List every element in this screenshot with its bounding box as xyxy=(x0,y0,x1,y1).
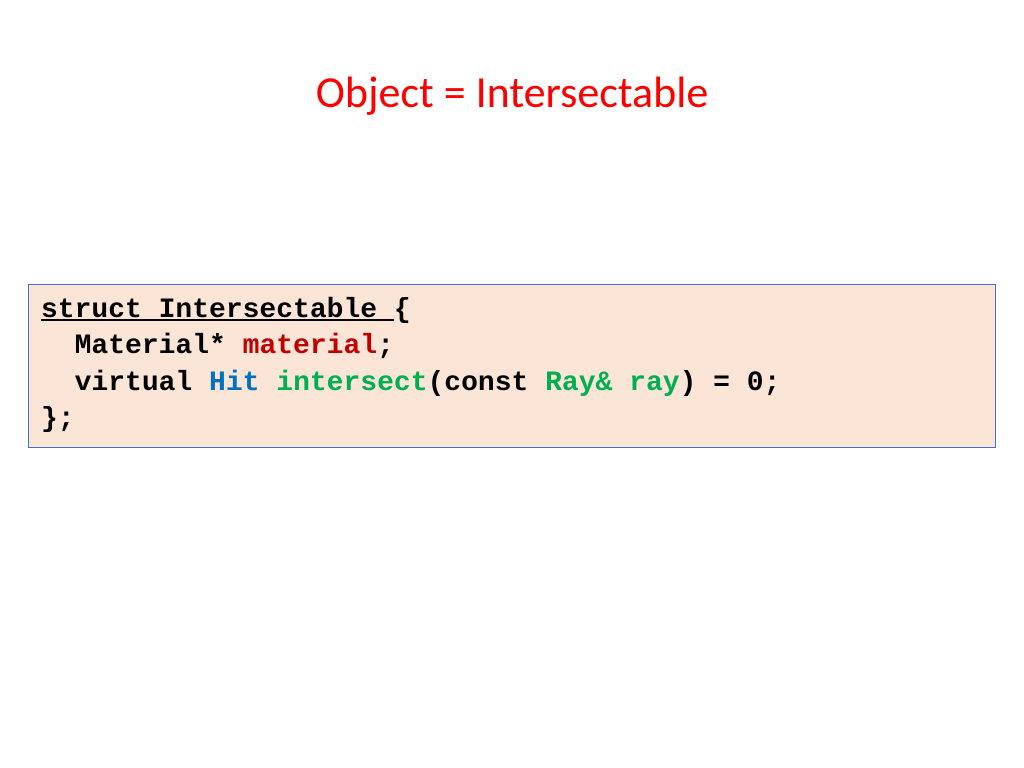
code-line-2: Material* material; xyxy=(41,329,983,365)
code-text: virtual xyxy=(41,368,209,399)
code-text: ) = 0; xyxy=(680,368,781,399)
code-text: { xyxy=(394,295,411,326)
code-method-name: intersect xyxy=(276,368,427,399)
code-text xyxy=(259,368,276,399)
code-line-3: virtual Hit intersect(const Ray& ray) = … xyxy=(41,366,983,402)
code-param-type: Ray& xyxy=(545,368,612,399)
slide-title: Object = Intersectable xyxy=(0,0,1024,119)
code-text: Material* xyxy=(41,331,243,362)
struct-declaration: struct Intersectable xyxy=(41,295,394,326)
code-member-variable: material xyxy=(243,331,377,362)
code-return-type: Hit xyxy=(209,368,259,399)
code-text: }; xyxy=(41,404,75,435)
code-line-4: }; xyxy=(41,402,983,438)
code-param-name: ray xyxy=(629,368,679,399)
code-text: (const xyxy=(428,368,546,399)
code-block: struct Intersectable { Material* materia… xyxy=(28,284,996,448)
code-text xyxy=(612,368,629,399)
code-line-1: struct Intersectable { xyxy=(41,293,983,329)
code-text: ; xyxy=(377,331,394,362)
